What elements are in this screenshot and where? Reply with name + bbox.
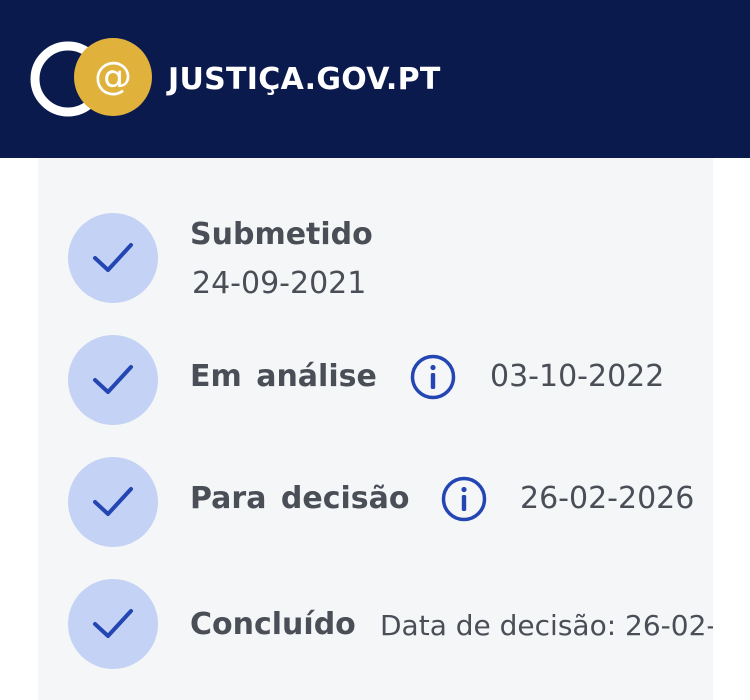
step-para-decisao-status (68, 457, 158, 547)
step-date: 03-10-2022 (490, 359, 665, 394)
justica-logo-icon: @ (30, 38, 152, 117)
check-icon (93, 609, 133, 638)
step-date: 26-02-2026 (520, 481, 695, 516)
app-header: @ JUSTIÇA.GOV.PT (0, 0, 750, 158)
check-icon (93, 243, 133, 272)
step-title: Submetido (190, 217, 373, 252)
step-title: Concluído (190, 607, 356, 642)
check-icon (93, 365, 133, 394)
site-brand[interactable]: JUSTIÇA.GOV.PT (168, 60, 441, 100)
step-em-analise-status (68, 335, 158, 425)
step-concluido-status (68, 579, 158, 669)
info-icon (441, 476, 487, 522)
status-timeline: Submetido 24-09-2021 Em análise 03-10-20… (38, 158, 713, 700)
step-title: Em análise (190, 359, 377, 394)
info-button-para-decisao[interactable] (441, 476, 487, 522)
svg-text:@: @ (94, 54, 132, 98)
info-icon (410, 354, 456, 400)
step-date: 24-09-2021 (192, 266, 367, 301)
check-icon (93, 487, 133, 516)
step-title: Para decisão (190, 481, 410, 516)
decision-date: Data de decisão: 26-02-2026 (380, 609, 713, 642)
step-submetido-status (68, 213, 158, 303)
info-button-em-analise[interactable] (410, 354, 456, 400)
justica-logo[interactable]: @ (30, 38, 155, 120)
